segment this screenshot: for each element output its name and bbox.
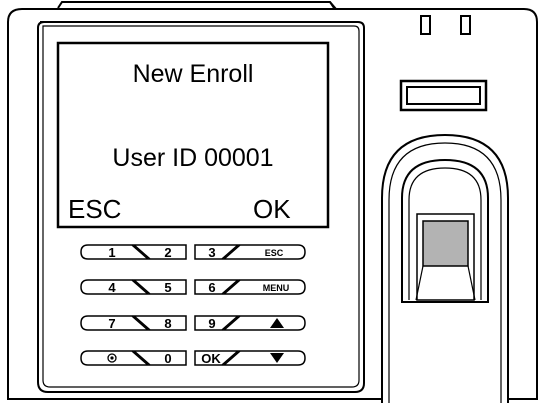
attendance-terminal: 1 2 3 ESC 4 5 6 MENU 7 8 9 0 OK New Enro… xyxy=(0,0,541,411)
key-4-label: 4 xyxy=(108,280,116,295)
key-1-label: 1 xyxy=(108,245,115,260)
key-2-label: 2 xyxy=(164,245,171,260)
lcd-softkey-esc: ESC xyxy=(68,194,122,224)
led-indicator-left xyxy=(420,15,431,35)
key-menu-label: MENU xyxy=(263,283,290,293)
key-esc-label: ESC xyxy=(265,248,284,258)
key-7-label: 7 xyxy=(108,316,115,331)
lcd-user-id: User ID 00001 xyxy=(112,144,274,172)
key-9-label: 9 xyxy=(208,316,215,331)
key-3-label: 3 xyxy=(208,245,215,260)
led-indicator-right xyxy=(460,15,471,35)
key-8-label: 8 xyxy=(164,316,171,331)
lcd-title: New Enroll xyxy=(132,60,254,88)
fingerprint-sensor-window[interactable] xyxy=(422,220,469,267)
key-5-label: 5 xyxy=(164,280,171,295)
key-ok-label: OK xyxy=(201,351,221,366)
lcd-softkey-ok: OK xyxy=(253,194,291,224)
key-0-label: 0 xyxy=(164,351,171,366)
key-6-label: 6 xyxy=(208,280,215,295)
